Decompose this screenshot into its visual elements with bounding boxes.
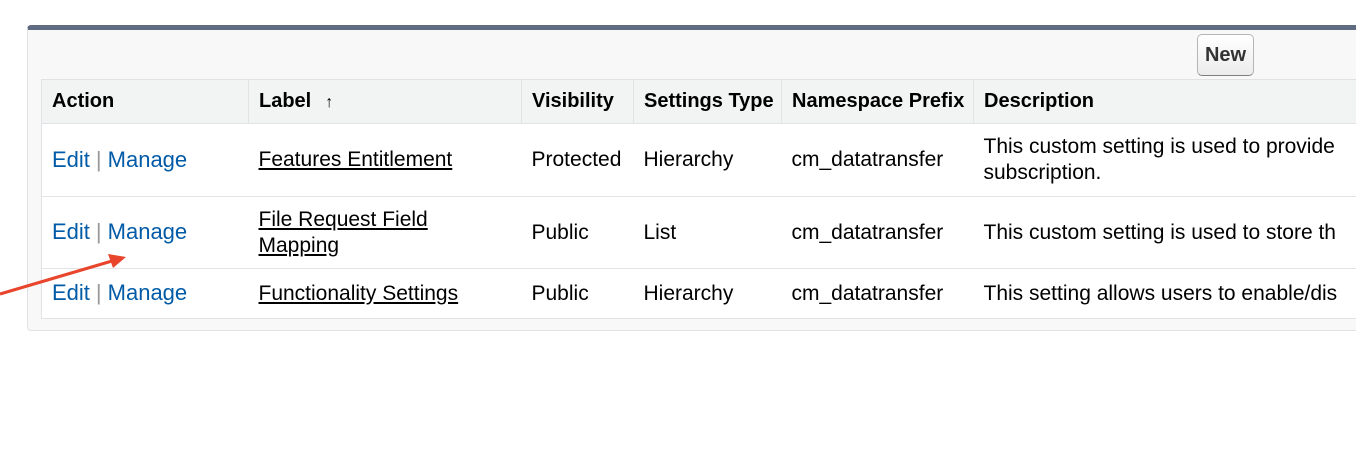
- column-header-visibility: Visibility: [521, 79, 634, 124]
- label-cell: File Request Field Mapping: [248, 196, 522, 269]
- table-row: Edit | Manage Functionality Settings Publi…: [41, 268, 1356, 319]
- action-cell: Edit | Manage: [41, 123, 249, 197]
- namespace-prefix-cell: cm_datatransfer: [781, 196, 974, 269]
- namespace-prefix-cell: cm_datatransfer: [781, 268, 974, 319]
- description-cell: This custom setting is used to provide s…: [973, 123, 1356, 197]
- description-cell: This setting allows users to enable/dis: [973, 268, 1356, 319]
- action-separator: |: [95, 146, 102, 172]
- column-header-settings-type: Settings Type: [633, 79, 782, 124]
- label-cell: Features Entitlement: [248, 123, 522, 197]
- action-separator: |: [95, 219, 102, 244]
- edit-link[interactable]: Edit: [52, 219, 90, 244]
- visibility-cell: Public: [521, 268, 634, 319]
- settings-type-cell: Hierarchy: [633, 123, 782, 197]
- column-header-namespace-prefix: Namespace Prefix: [781, 79, 974, 124]
- manage-link[interactable]: Manage: [108, 147, 188, 172]
- setting-label-link[interactable]: File Request Field Mapping: [259, 207, 459, 259]
- manage-link[interactable]: Manage: [108, 219, 188, 244]
- table-header-row: Action Label ↑ Visibility Settings Type N…: [41, 79, 1356, 124]
- edit-link[interactable]: Edit: [52, 147, 90, 172]
- label-cell: Functionality Settings: [248, 268, 522, 319]
- table-row: Edit | Manage Features Entitlement Protect…: [41, 123, 1356, 197]
- table-row: Edit | Manage File Request Field Mapping P…: [41, 196, 1356, 269]
- settings-type-cell: List: [633, 196, 782, 269]
- column-header-label-text: Label: [259, 90, 312, 112]
- visibility-cell: Protected: [521, 123, 634, 197]
- column-header-action: Action: [41, 79, 249, 124]
- custom-settings-table: Action Label ↑ Visibility Settings Type N…: [41, 79, 1356, 319]
- visibility-cell: Public: [521, 196, 634, 269]
- column-header-label[interactable]: Label ↑: [248, 79, 522, 124]
- column-header-description: Description: [973, 79, 1356, 124]
- description-cell: This custom setting is used to store th: [973, 196, 1356, 269]
- setting-label-link[interactable]: Features Entitlement: [259, 148, 453, 171]
- namespace-prefix-cell: cm_datatransfer: [781, 123, 974, 197]
- sort-ascending-icon: ↑: [325, 94, 334, 111]
- settings-type-cell: Hierarchy: [633, 268, 782, 319]
- setting-label-link[interactable]: Functionality Settings: [259, 282, 459, 305]
- new-button[interactable]: New: [1197, 34, 1254, 76]
- annotation-arrow-icon: [0, 254, 126, 296]
